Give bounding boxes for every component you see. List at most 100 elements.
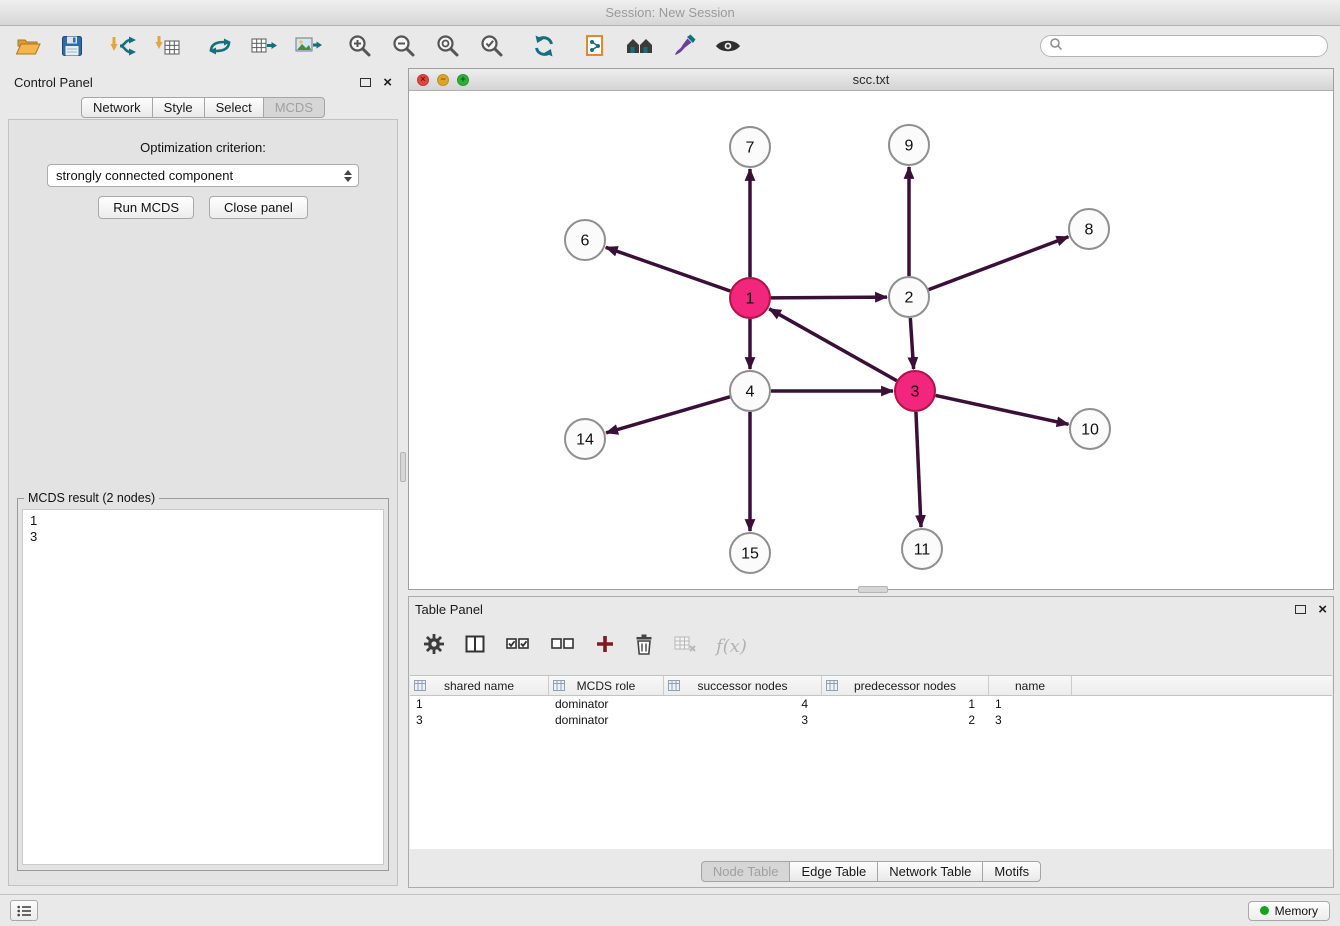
export-image-icon[interactable] bbox=[292, 30, 324, 62]
export-table-icon[interactable] bbox=[248, 30, 280, 62]
cell-predecessor-nodes[interactable]: 1 bbox=[822, 696, 989, 712]
cell-name[interactable]: 3 bbox=[989, 712, 1072, 728]
column-header-name[interactable]: name bbox=[989, 676, 1072, 696]
toolbar-search[interactable] bbox=[1040, 35, 1328, 57]
open-session-icon[interactable] bbox=[12, 30, 44, 62]
tab-motifs[interactable]: Motifs bbox=[982, 861, 1041, 882]
cell-shared-name[interactable]: 1 bbox=[410, 696, 549, 712]
graph-node-10[interactable]: 10 bbox=[1070, 409, 1110, 449]
graph-edge-1-6[interactable] bbox=[606, 247, 730, 291]
table-panel-title: Table Panel bbox=[415, 602, 483, 617]
mcds-result-item[interactable]: 1 bbox=[30, 513, 376, 529]
tab-select[interactable]: Select bbox=[204, 97, 264, 118]
column-header-filler bbox=[1072, 676, 1332, 696]
mcds-result-item[interactable]: 3 bbox=[30, 529, 376, 545]
window-close-icon[interactable]: × bbox=[417, 74, 429, 86]
window-minimize-icon[interactable]: − bbox=[437, 74, 449, 86]
graph-node-14[interactable]: 14 bbox=[565, 419, 605, 459]
graph-edge-3-10[interactable] bbox=[936, 395, 1069, 424]
graph-node-7[interactable]: 7 bbox=[730, 127, 770, 167]
mcds-result-list[interactable]: 1 3 bbox=[22, 509, 384, 865]
column-header-mcds-role[interactable]: MCDS role bbox=[549, 676, 664, 696]
float-panel-icon[interactable] bbox=[360, 78, 371, 87]
vertical-splitter-handle[interactable] bbox=[400, 452, 406, 482]
graph-node-4[interactable]: 4 bbox=[730, 371, 770, 411]
cell-mcds-role[interactable]: dominator bbox=[549, 696, 664, 712]
graph-edge-1-2[interactable] bbox=[771, 297, 887, 298]
create-column-plus-icon[interactable] bbox=[595, 634, 615, 659]
refresh-icon[interactable] bbox=[528, 30, 560, 62]
cell-successor-nodes[interactable]: 4 bbox=[664, 696, 822, 712]
graph-node-2[interactable]: 2 bbox=[889, 277, 929, 317]
memory-button[interactable]: Memory bbox=[1248, 901, 1330, 921]
graph-node-15[interactable]: 15 bbox=[730, 533, 770, 573]
graph-edge-4-14[interactable] bbox=[606, 397, 730, 433]
tab-network[interactable]: Network bbox=[81, 97, 153, 118]
close-table-panel-icon[interactable]: × bbox=[1318, 602, 1327, 617]
tab-edge-table[interactable]: Edge Table bbox=[789, 861, 878, 882]
window-zoom-icon[interactable]: + bbox=[457, 74, 469, 86]
run-mcds-button[interactable]: Run MCDS bbox=[98, 196, 194, 219]
graph-edge-3-1[interactable] bbox=[769, 309, 897, 381]
show-columns-icon[interactable] bbox=[464, 633, 486, 660]
criterion-dropdown[interactable]: strongly connected component bbox=[47, 164, 359, 187]
deselect-all-columns-icon[interactable] bbox=[550, 633, 576, 660]
optimization-criterion-label: Optimization criterion: bbox=[9, 140, 397, 155]
mcds-result-title: MCDS result (2 nodes) bbox=[24, 491, 159, 505]
cell-name[interactable]: 1 bbox=[989, 696, 1072, 712]
save-session-icon[interactable] bbox=[56, 30, 88, 62]
cell-mcds-role[interactable]: dominator bbox=[549, 712, 664, 728]
column-header-successor-nodes[interactable]: successor nodes bbox=[664, 676, 822, 696]
network-canvas[interactable]: 7 9 6 8 1 2 4 3 14 10 15 11 bbox=[409, 91, 1333, 589]
graph-node-9[interactable]: 9 bbox=[889, 125, 929, 165]
cell-predecessor-nodes[interactable]: 2 bbox=[822, 712, 989, 728]
toolbar-group-export bbox=[204, 30, 324, 62]
first-neighbors-icon[interactable] bbox=[624, 30, 656, 62]
delete-column-trash-icon[interactable] bbox=[634, 633, 654, 660]
tab-node-table[interactable]: Node Table bbox=[701, 861, 791, 882]
graph-node-8[interactable]: 8 bbox=[1069, 209, 1109, 249]
column-header-predecessor-nodes[interactable]: predecessor nodes bbox=[822, 676, 989, 696]
zoom-in-icon[interactable] bbox=[344, 30, 376, 62]
table-row[interactable]: 1 dominator 4 1 1 bbox=[410, 696, 1332, 712]
zoom-out-icon[interactable] bbox=[388, 30, 420, 62]
column-header-shared-name[interactable]: shared name bbox=[410, 676, 549, 696]
graph-node-1[interactable]: 1 bbox=[730, 278, 770, 318]
horizontal-splitter-handle[interactable] bbox=[858, 586, 888, 593]
close-panel-button[interactable]: Close panel bbox=[209, 196, 308, 219]
network-canvas-svg: 7 9 6 8 1 2 4 3 14 10 15 11 bbox=[409, 91, 1333, 589]
search-input[interactable] bbox=[1068, 39, 1319, 53]
delete-table-icon-disabled bbox=[673, 633, 697, 660]
zoom-selected-icon[interactable] bbox=[476, 30, 508, 62]
copy-style-icon[interactable] bbox=[580, 30, 612, 62]
node-table: shared name MCDS role successor nodes pr… bbox=[410, 675, 1332, 849]
table-panel-tabs: Node Table Edge Table Network Table Moti… bbox=[409, 861, 1333, 882]
cell-shared-name[interactable]: 3 bbox=[410, 712, 549, 728]
graph-edge-3-11[interactable] bbox=[916, 412, 921, 527]
zoom-fit-icon[interactable] bbox=[432, 30, 464, 62]
table-row[interactable]: 3 dominator 3 2 3 bbox=[410, 712, 1332, 728]
status-bar: Memory bbox=[0, 894, 1340, 926]
apply-style-icon[interactable] bbox=[668, 30, 700, 62]
cell-successor-nodes[interactable]: 3 bbox=[664, 712, 822, 728]
graph-node-11[interactable]: 11 bbox=[902, 529, 942, 569]
close-panel-icon[interactable]: × bbox=[383, 75, 392, 90]
select-all-columns-icon[interactable] bbox=[505, 633, 531, 660]
tab-network-table[interactable]: Network Table bbox=[877, 861, 983, 882]
graph-node-3[interactable]: 3 bbox=[895, 371, 935, 411]
svg-text:14: 14 bbox=[576, 432, 594, 449]
graph-node-6[interactable]: 6 bbox=[565, 220, 605, 260]
float-table-panel-icon[interactable] bbox=[1295, 605, 1306, 614]
svg-text:15: 15 bbox=[741, 546, 759, 563]
task-history-button[interactable] bbox=[10, 900, 38, 921]
import-network-icon[interactable] bbox=[108, 30, 140, 62]
tab-style[interactable]: Style bbox=[152, 97, 205, 118]
graph-edge-2-3[interactable] bbox=[910, 318, 913, 369]
import-table-icon[interactable] bbox=[152, 30, 184, 62]
tab-mcds[interactable]: MCDS bbox=[263, 97, 325, 118]
graph-edge-2-8[interactable] bbox=[929, 237, 1069, 290]
svg-text:9: 9 bbox=[905, 138, 914, 155]
table-settings-gear-icon[interactable] bbox=[423, 633, 445, 660]
show-hide-graphics-icon[interactable] bbox=[712, 30, 744, 62]
export-network-icon[interactable] bbox=[204, 30, 236, 62]
